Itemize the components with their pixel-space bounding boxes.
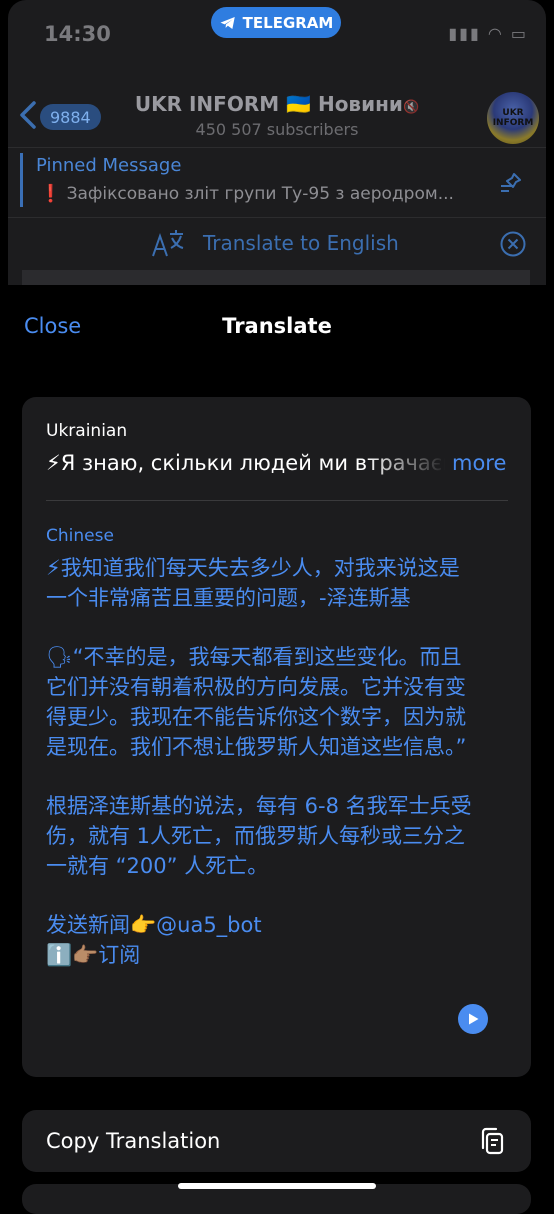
translated-paragraph: 🗣“不幸的是，我每天都看到这些变化。而且它们并没有朝着积极的方向发展。它并没有变… (46, 645, 467, 759)
chat-preview-strip (22, 270, 530, 285)
translate-icon (152, 230, 184, 257)
card-divider (46, 500, 508, 501)
status-time: 14:30 (44, 22, 111, 46)
pinned-title[interactable]: Pinned Message (36, 155, 181, 176)
translated-paragraph: 根据泽连斯基的说法，每有 6-8 名我军士兵受伤，就有 1人死亡，而俄罗斯人每秒… (46, 794, 472, 878)
channel-avatar[interactable]: UKR INFORM (487, 92, 539, 144)
source-text: ⚡Я знаю, скільки людей ми втрачаємо щодн… (46, 451, 446, 475)
target-language-label[interactable]: Chinese (46, 526, 114, 546)
header-divider (8, 147, 546, 148)
sheet-title: Translate (222, 314, 332, 338)
telegram-pill-label: TELEGRAM (242, 13, 334, 32)
translate-to-english-button[interactable]: Translate to English (203, 231, 399, 255)
source-language-label[interactable]: Ukrainian (46, 421, 127, 441)
chat-title[interactable]: UKR INFORM 🇺🇦 Новини🔇 (0, 92, 554, 116)
home-indicator[interactable] (178, 1183, 376, 1189)
pin-icon[interactable] (496, 168, 526, 198)
status-icons: ▮▮▮ ◠ ▭ (448, 24, 528, 43)
telegram-icon (220, 16, 235, 29)
copy-icon (481, 1127, 504, 1155)
play-icon (469, 1013, 479, 1025)
chat-title-text: UKR INFORM 🇺🇦 Новини (134, 92, 403, 116)
play-button[interactable] (458, 1004, 488, 1034)
mute-icon: 🔇 (402, 100, 420, 115)
translated-paragraph: 发送新闻👉@ua5_bot ℹ️👉🏽订阅 (46, 913, 262, 967)
translated-paragraph: ⚡我知道我们每天失去多少人，对我来说这是一个非常痛苦且重要的问题，-泽连斯基 (46, 556, 460, 610)
copy-translation-label: Copy Translation (46, 1129, 221, 1153)
avatar-text: UKR INFORM (492, 108, 534, 128)
more-button[interactable]: more (452, 451, 506, 475)
pinned-accent-bar (20, 153, 23, 207)
chat-subscribers: 450 507 subscribers (195, 120, 359, 139)
translate-bar-divider (8, 217, 546, 218)
close-circle-icon[interactable] (500, 231, 526, 257)
translated-text[interactable]: ⚡我知道我们每天失去多少人，对我来说这是一个非常痛苦且重要的问题，-泽连斯基 🗣… (46, 553, 476, 970)
telegram-pill[interactable]: TELEGRAM (211, 7, 341, 38)
pinned-text[interactable]: ❗ Зафіксовано зліт групи Ту-95 з аеродро… (40, 184, 454, 204)
